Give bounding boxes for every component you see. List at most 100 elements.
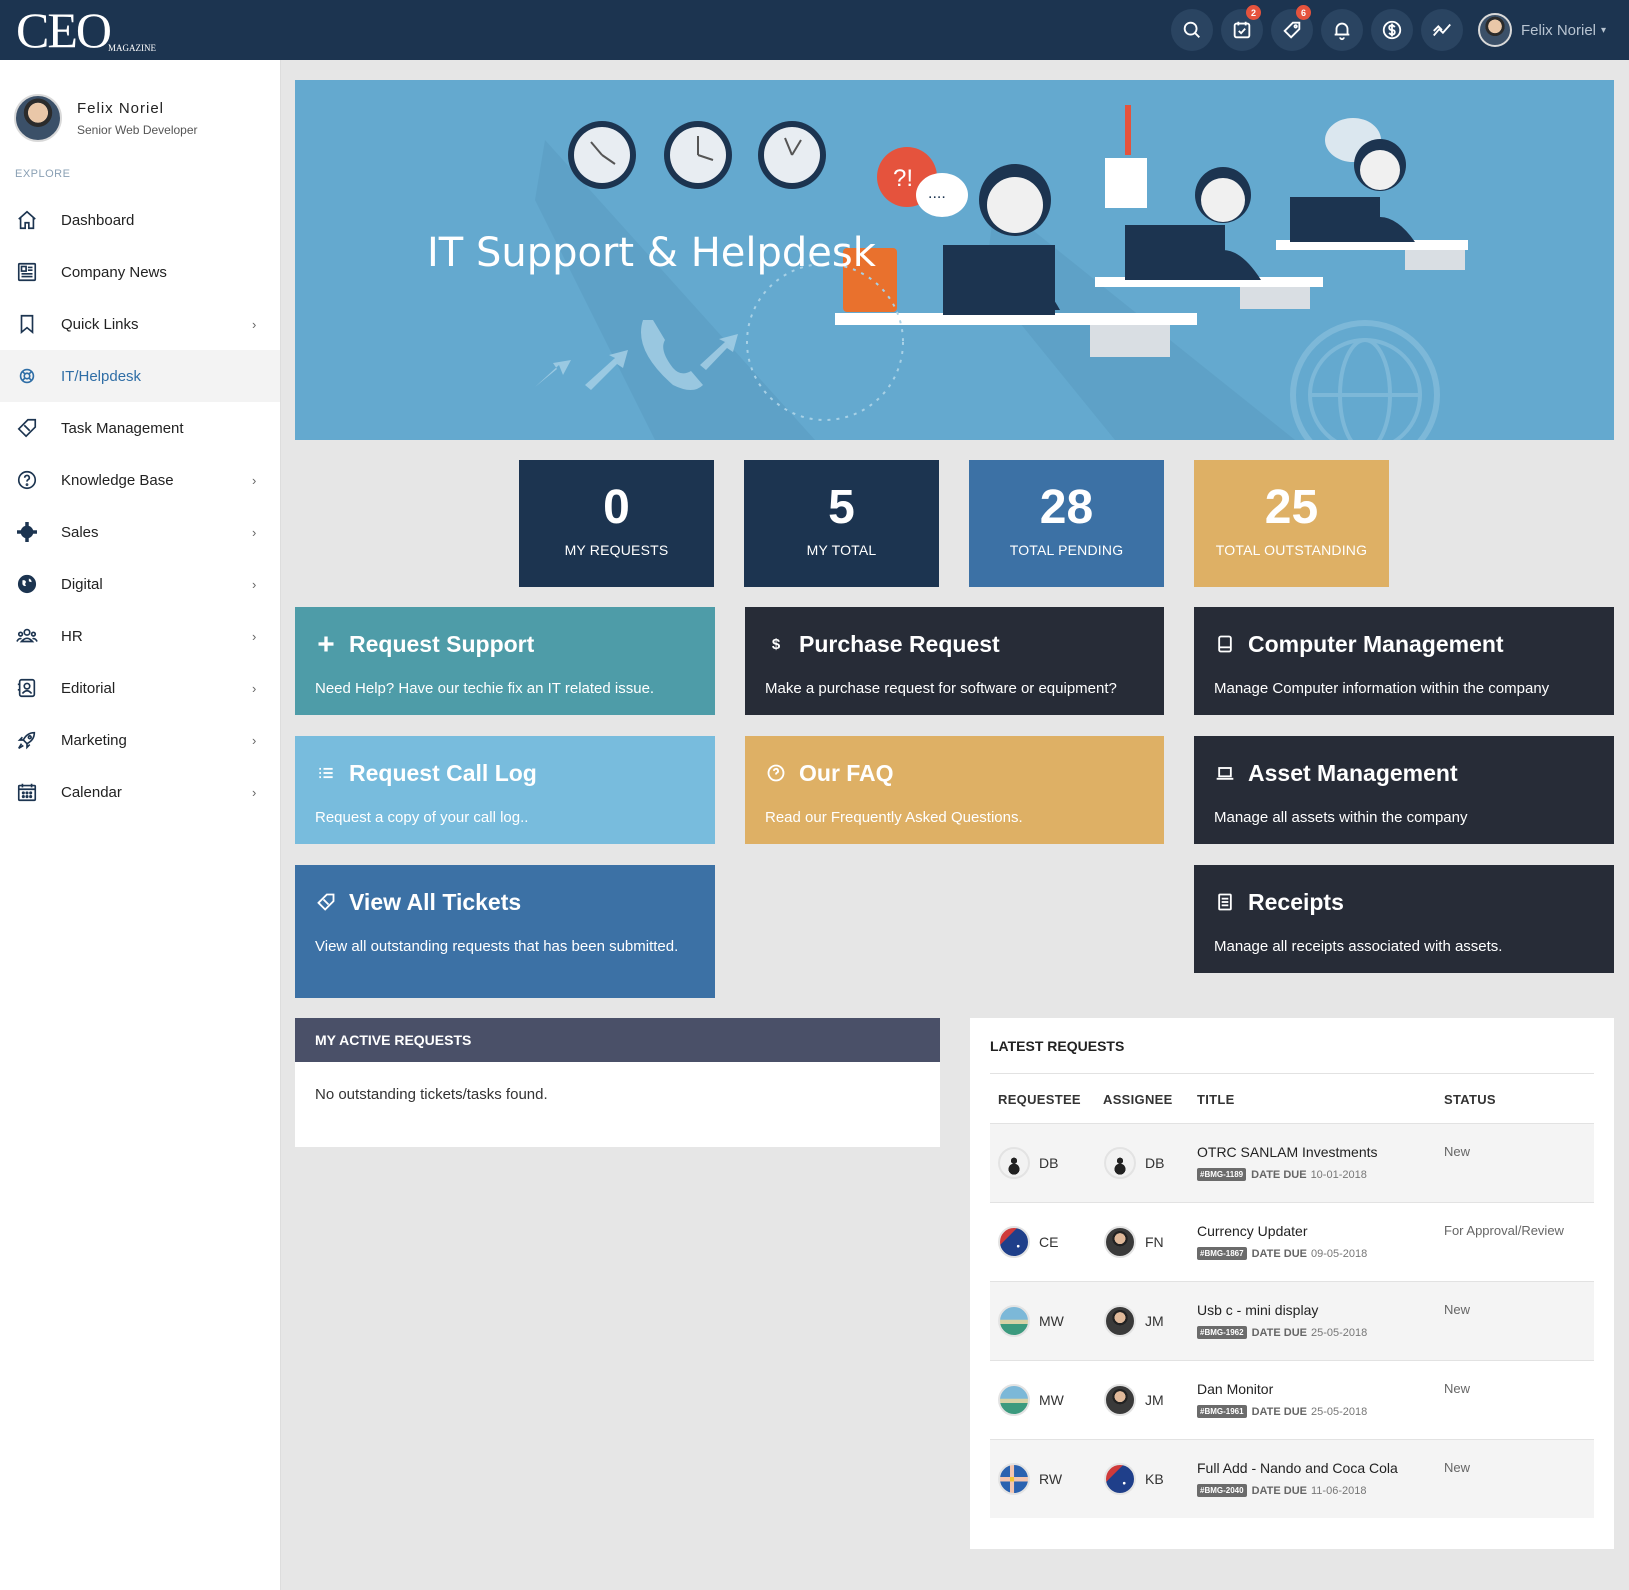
sidebar-item-marketing[interactable]: Marketing › [0, 714, 280, 766]
sidebar-item-knowledge-base[interactable]: Knowledge Base › [0, 454, 280, 506]
stat-my-total[interactable]: 5 MY TOTAL [744, 460, 939, 587]
request-title[interactable]: Dan Monitor [1197, 1381, 1273, 1397]
request-title[interactable]: Currency Updater [1197, 1223, 1308, 1239]
dollar-icon[interactable] [1371, 9, 1413, 51]
assignee-initials: JM [1145, 1392, 1164, 1408]
search-icon[interactable] [1171, 9, 1213, 51]
assignee-avatar [1104, 1226, 1136, 1258]
sidebar-item-sales[interactable]: Sales › [0, 506, 280, 558]
sidebar-item-it-helpdesk[interactable]: IT/Helpdesk [0, 350, 280, 402]
tile-title: Asset Management [1248, 759, 1458, 786]
sidebar-item-digital[interactable]: Digital › [0, 558, 280, 610]
my-active-requests-panel: MY ACTIVE REQUESTS No outstanding ticket… [295, 1018, 940, 1147]
receipts-tile[interactable]: Receipts Manage all receipts associated … [1194, 865, 1614, 973]
tile-title: Computer Management [1248, 630, 1504, 657]
panel-title: MY ACTIVE REQUESTS [295, 1018, 940, 1062]
chevron-right-icon: › [252, 472, 257, 488]
sidebar-item-label: Editorial [61, 679, 116, 697]
sidebar-item-calendar[interactable]: Calendar › [0, 766, 280, 818]
stat-total-pending[interactable]: 28 TOTAL PENDING [969, 460, 1164, 587]
due-date: 25-05-2018 [1311, 1405, 1368, 1418]
table-row[interactable]: DB DB OTRC SANLAM Investments #BMG-1189 D… [990, 1123, 1594, 1202]
tile-title: View All Tickets [349, 888, 522, 915]
stat-my-requests[interactable]: 0 MY REQUESTS [519, 460, 714, 587]
stat-label: MY TOTAL [806, 542, 877, 558]
sidebar-item-dashboard[interactable]: Dashboard [0, 194, 280, 246]
user-menu[interactable]: Felix Noriel ▾ [1478, 13, 1606, 47]
request-call-log-tile[interactable]: Request Call Log Request a copy of your … [295, 736, 715, 844]
tile-title: Request Support [349, 630, 535, 657]
assignee-initials: JM [1145, 1313, 1164, 1329]
receipt-icon [1214, 891, 1236, 913]
table-row[interactable]: RW KB Full Add - Nando and Coca Cola #BM… [990, 1439, 1594, 1518]
table-row[interactable]: MW JM Usb c - mini display #BMG-1962 DATE… [990, 1281, 1594, 1360]
rocket-icon [15, 728, 39, 752]
stat-total-outstanding[interactable]: 25 TOTAL OUTSTANDING [1194, 460, 1389, 587]
sidebar-item-company-news[interactable]: Company News [0, 246, 280, 298]
globe-icon [15, 572, 39, 596]
assignee-avatar [1104, 1384, 1136, 1416]
request-title[interactable]: Full Add - Nando and Coca Cola [1197, 1460, 1398, 1476]
latest-requests-panel: LATEST REQUESTS REQUESTEE ASSIGNEE TITLE… [970, 1018, 1614, 1549]
ticket-icon[interactable]: 6 [1271, 5, 1313, 51]
chevron-right-icon: › [252, 576, 257, 592]
people-icon [15, 624, 39, 648]
assignee-avatar [1104, 1147, 1136, 1179]
ceo-magazine-logo[interactable]: CEO MAGAZINE [16, 4, 156, 56]
status-text: New [1444, 1302, 1471, 1317]
requestee-avatar [998, 1147, 1030, 1179]
bookmark-icon [15, 312, 39, 336]
sidebar-item-label: Quick Links [61, 315, 139, 333]
plus-icon [315, 633, 337, 655]
bell-icon[interactable] [1321, 9, 1363, 51]
tablet-icon [1214, 633, 1236, 655]
tile-description: View all outstanding requests that has b… [315, 938, 679, 955]
request-title[interactable]: OTRC SANLAM Investments [1197, 1144, 1378, 1160]
chevron-right-icon: › [252, 784, 257, 800]
profile-role: Senior Web Developer [77, 122, 198, 137]
profile-card[interactable]: Felix Noriel Senior Web Developer [14, 94, 198, 142]
table-row[interactable]: MW JM Dan Monitor #BMG-1961 DATE DUE 25-05… [990, 1360, 1594, 1439]
requestee-avatar [998, 1463, 1030, 1495]
sidebar-item-task-management[interactable]: Task Management [0, 402, 280, 454]
clock-icon [568, 121, 636, 189]
sidebar-item-quick-links[interactable]: Quick Links › [0, 298, 280, 350]
table-row[interactable]: CE FN Currency Updater #BMG-1867 DATE DUE… [990, 1202, 1594, 1281]
calendar-check-icon[interactable]: 2 [1221, 5, 1263, 51]
chevron-right-icon: › [252, 732, 257, 748]
contact-icon [15, 676, 39, 700]
due-label: DATE DUE [1251, 1405, 1307, 1418]
computer-management-tile[interactable]: Computer Management Manage Computer info… [1194, 607, 1614, 715]
profile-avatar [14, 94, 62, 142]
user-name: Felix Noriel [1521, 21, 1597, 39]
request-support-tile[interactable]: Request Support Need Help? Have our tech… [295, 607, 715, 715]
asset-management-tile[interactable]: Asset Management Manage all assets withi… [1194, 736, 1614, 844]
requests-table: DB DB OTRC SANLAM Investments #BMG-1189 D… [990, 1123, 1594, 1518]
profile-name: Felix Noriel [77, 99, 165, 117]
analytics-icon[interactable] [1421, 9, 1463, 51]
sidebar-item-hr[interactable]: HR › [0, 610, 280, 662]
requestee-initials: MW [1039, 1392, 1064, 1408]
purchase-request-tile[interactable]: $ Purchase Request Make a purchase reques… [745, 607, 1164, 715]
requestee-initials: DB [1039, 1155, 1059, 1171]
sidebar-item-label: Digital [61, 575, 103, 593]
dollar-sign-icon: $ [771, 635, 781, 653]
sidebar-item-label: Marketing [61, 731, 127, 749]
view-all-tickets-tile[interactable]: View All Tickets View all outstanding re… [295, 865, 715, 998]
sidebar-item-label: Dashboard [61, 211, 135, 229]
due-date: 25-05-2018 [1311, 1326, 1368, 1339]
section-label: EXPLORE [15, 168, 71, 180]
stat-label: TOTAL OUTSTANDING [1215, 542, 1368, 558]
status-text: For Approval/Review [1444, 1223, 1564, 1238]
question-icon [15, 468, 39, 492]
requestee-initials: MW [1039, 1313, 1064, 1329]
top-bar: CEO MAGAZINE 2 6 Felix Noriel ▾ [0, 0, 1629, 60]
ticket-icon [315, 891, 337, 913]
tag-icon [15, 416, 39, 440]
assignee-initials: DB [1145, 1155, 1165, 1171]
our-faq-tile[interactable]: Our FAQ Read our Frequently Asked Questi… [745, 736, 1164, 844]
tile-title: Our FAQ [799, 759, 894, 786]
sidebar-item-editorial[interactable]: Editorial › [0, 662, 280, 714]
tile-title: Request Call Log [349, 759, 537, 786]
request-title[interactable]: Usb c - mini display [1197, 1302, 1318, 1318]
